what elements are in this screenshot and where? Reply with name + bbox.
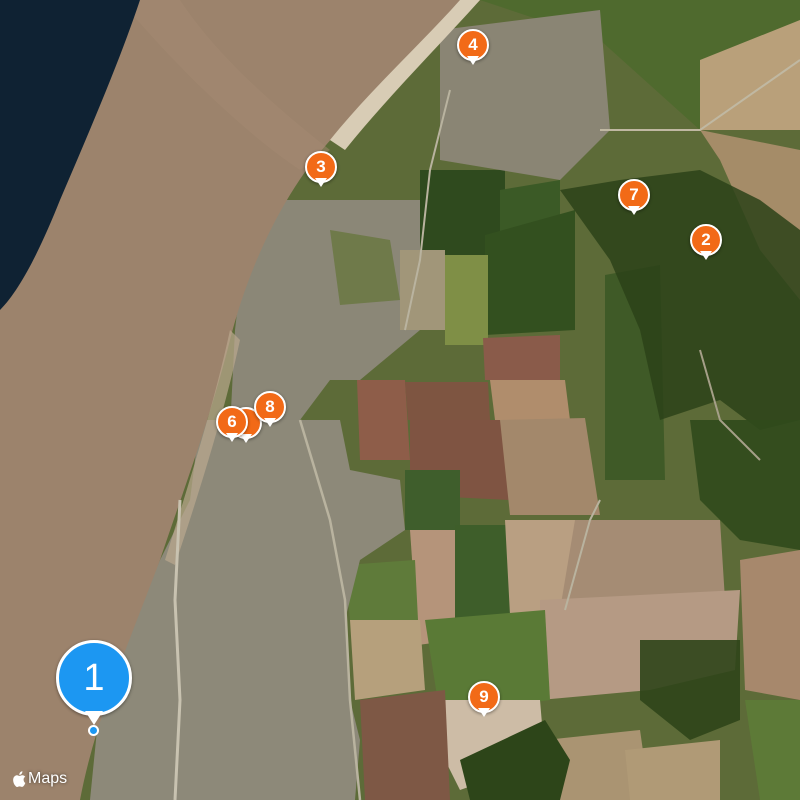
marker-7[interactable]: 7 bbox=[617, 179, 651, 219]
satellite-map[interactable]: 1 2 3 4 6 7 8 9 Maps bbox=[0, 0, 800, 800]
marker-pointer bbox=[264, 418, 276, 427]
marker-3[interactable]: 3 bbox=[304, 151, 338, 191]
marker-1-selected[interactable]: 1 bbox=[56, 640, 132, 736]
marker-pointer bbox=[478, 708, 490, 717]
marker-6[interactable]: 6 bbox=[215, 406, 249, 446]
marker-4[interactable]: 4 bbox=[456, 29, 490, 69]
marker-pointer bbox=[85, 711, 103, 725]
marker-9[interactable]: 9 bbox=[467, 681, 501, 721]
apple-logo-icon bbox=[13, 771, 26, 787]
location-dot bbox=[88, 725, 99, 736]
marker-2[interactable]: 2 bbox=[689, 224, 723, 264]
maps-attribution: Maps bbox=[12, 770, 67, 788]
marker-pointer bbox=[467, 56, 479, 65]
marker-pointer bbox=[628, 206, 640, 215]
marker-pointer bbox=[315, 178, 327, 187]
marker-label: 1 bbox=[56, 640, 132, 716]
attribution-text: Maps bbox=[28, 770, 68, 787]
marker-pointer bbox=[226, 433, 238, 442]
marker-pointer bbox=[700, 251, 712, 260]
marker-8[interactable]: 8 bbox=[253, 391, 287, 431]
